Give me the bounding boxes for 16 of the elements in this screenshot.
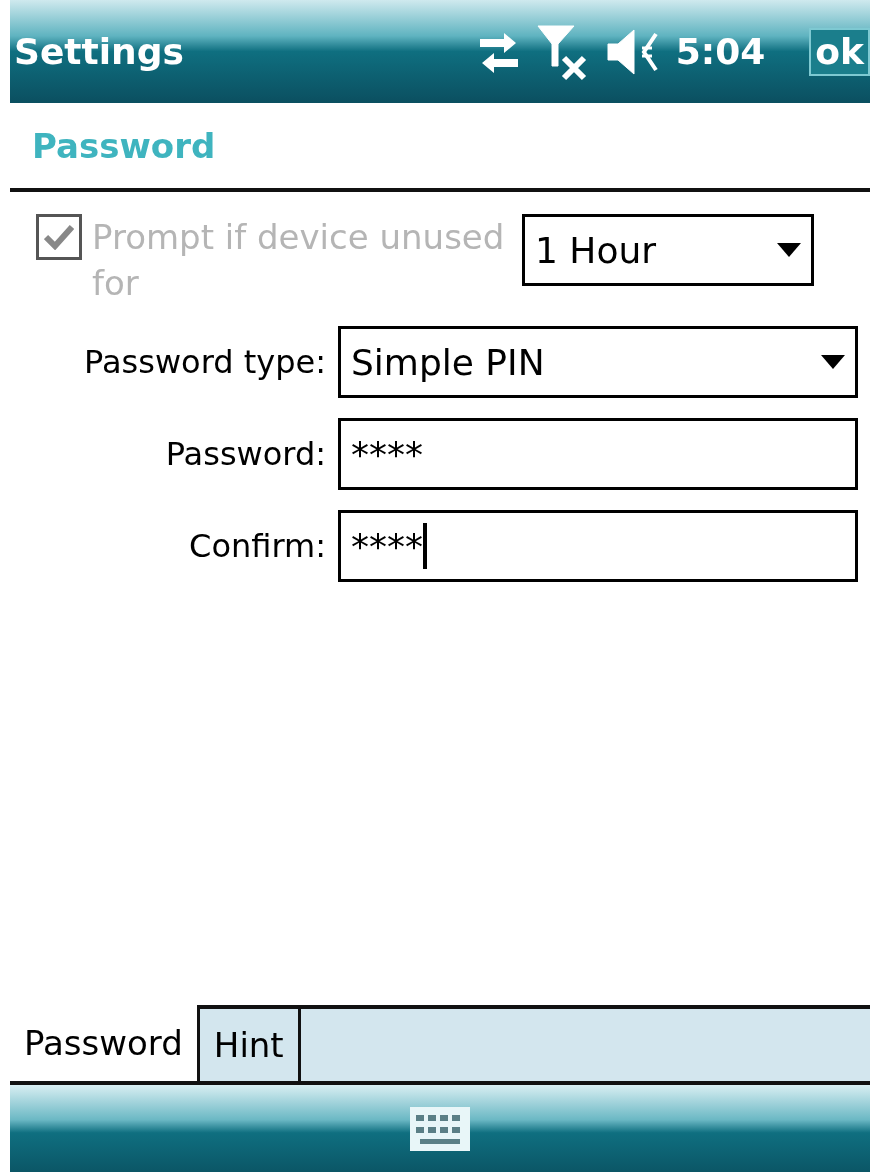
password-field[interactable]: **** (338, 510, 858, 582)
tab[interactable]: Password (10, 1005, 200, 1081)
keyboard-icon (410, 1106, 470, 1151)
password-type-dropdown[interactable]: Simple PIN (338, 326, 858, 398)
window-title: Settings (14, 31, 185, 72)
field-label: Confirm: (188, 527, 326, 565)
field-label: Password: (164, 435, 326, 473)
prompt-label: Prompt if device unused for (92, 216, 506, 305)
field-label: Password type: (83, 343, 326, 381)
checkmark-icon (44, 224, 74, 250)
ok-button[interactable]: ok (809, 27, 870, 76)
clock-time: 5:04 (675, 31, 766, 72)
dropdown-arrow-icon (821, 355, 845, 369)
dropdown-arrow-icon (777, 243, 801, 257)
password-field[interactable]: **** (338, 418, 858, 490)
page-heading: Password (32, 125, 216, 166)
